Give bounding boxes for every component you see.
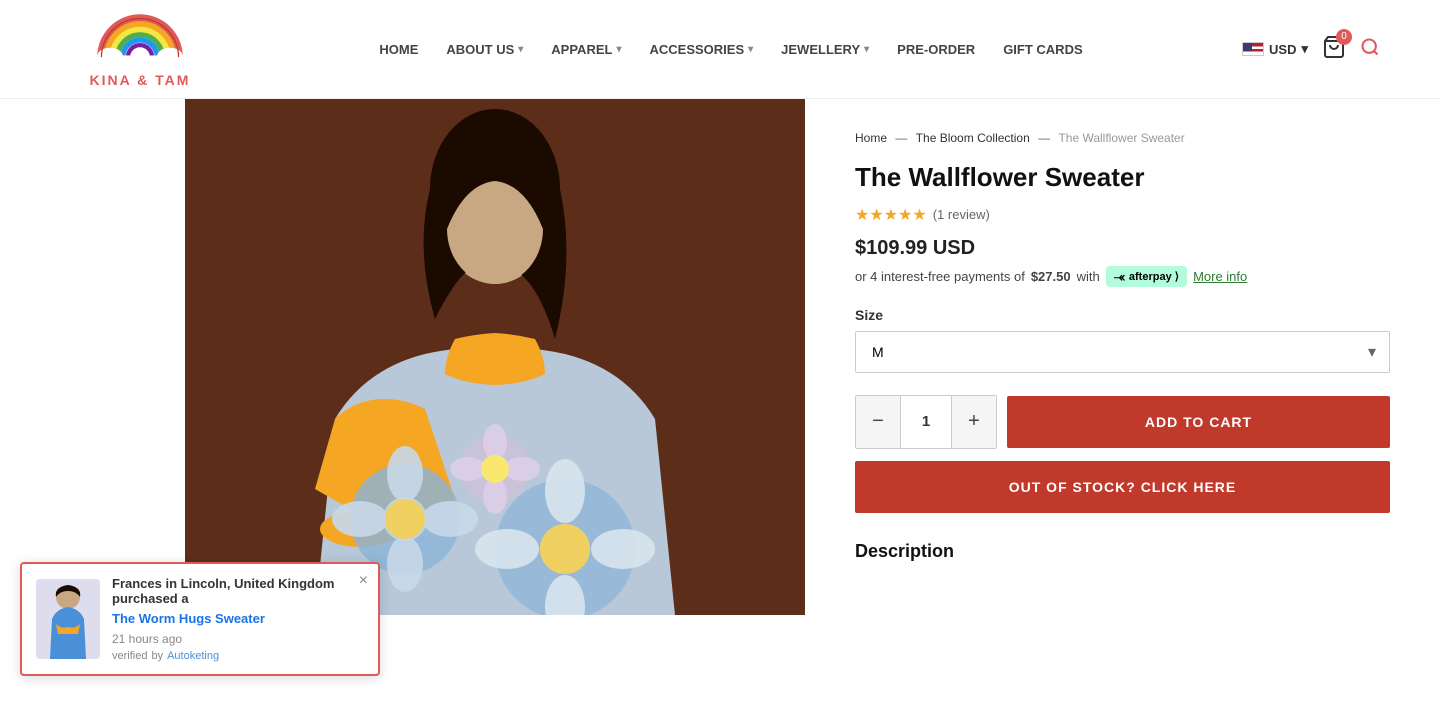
nav-jewellery[interactable]: JEWELLERY ▾	[781, 42, 869, 57]
quantity-cart-row: − 1 + ADD TO CART	[855, 395, 1390, 449]
breadcrumb-home[interactable]: Home	[855, 131, 887, 145]
breadcrumb: Home — The Bloom Collection — The Wallfl…	[855, 129, 1390, 147]
out-of-stock-button[interactable]: OUT OF STOCK? CLICK HERE	[855, 461, 1390, 513]
main-nav: HOME ABOUT US ▾ APPAREL ▾ ACCESSORIES ▾ …	[379, 42, 1082, 57]
breadcrumb-sep-2: —	[1038, 131, 1053, 145]
size-label: Size	[855, 307, 1390, 323]
popup-avatar-image	[36, 579, 100, 659]
afterpay-more-info[interactable]: More info	[1193, 269, 1247, 284]
search-icon	[1360, 37, 1380, 57]
nav-about-us[interactable]: ABOUT US ▾	[446, 42, 523, 57]
nav-home[interactable]: HOME	[379, 42, 418, 57]
popup-verified-row: verified by Autoketing	[112, 650, 364, 662]
size-selector[interactable]: XS S M L XL ▾	[855, 331, 1390, 373]
breadcrumb-current: The Wallflower Sweater	[1058, 131, 1184, 145]
nav-pre-order[interactable]: PRE-ORDER	[897, 42, 975, 57]
quantity-decrease-button[interactable]: −	[856, 396, 900, 448]
product-title: The Wallflower Sweater	[855, 161, 1390, 195]
size-select-input[interactable]: XS S M L XL	[855, 331, 1390, 373]
popup-product-link[interactable]: The Worm Hugs Sweater	[112, 611, 265, 626]
cart-button[interactable]: 0	[1322, 35, 1346, 64]
afterpay-amount: $27.50	[1031, 269, 1071, 284]
review-count: (1 review)	[933, 207, 990, 222]
accessories-chevron-icon: ▾	[748, 44, 753, 55]
afterpay-prefix: or 4 interest-free payments of	[855, 269, 1025, 284]
apparel-chevron-icon: ▾	[616, 44, 621, 55]
quantity-control: − 1 +	[855, 395, 997, 449]
product-image-column	[185, 99, 805, 615]
quantity-increase-button[interactable]: +	[952, 396, 996, 448]
description-heading: Description	[855, 541, 1390, 562]
product-image-svg	[185, 99, 805, 615]
product-details-column: Home — The Bloom Collection — The Wallfl…	[805, 99, 1440, 615]
popup-time: 21 hours ago	[112, 632, 364, 646]
quantity-value: 1	[900, 396, 952, 448]
main-content: Home — The Bloom Collection — The Wallfl…	[0, 99, 1440, 615]
breadcrumb-collection[interactable]: The Bloom Collection	[916, 131, 1030, 145]
breadcrumb-sep-1: —	[895, 131, 910, 145]
afterpay-logo: afterpay ⟩	[1106, 266, 1187, 287]
header-actions: USD ▾ 0	[1242, 35, 1380, 64]
logo-rainbow-icon	[90, 10, 190, 70]
popup-autoketing-link[interactable]: Autoketing	[167, 650, 219, 662]
logo[interactable]: KINA & TAM	[60, 10, 220, 88]
site-header: KINA & TAM HOME ABOUT US ▾ APPAREL ▾ ACC…	[0, 0, 1440, 99]
popup-by-label: by	[151, 650, 163, 662]
popup-avatar	[36, 579, 100, 659]
nav-accessories[interactable]: ACCESSORIES ▾	[649, 42, 753, 57]
review-row: ★★★★★ (1 review)	[855, 205, 1390, 225]
jewellery-chevron-icon: ▾	[864, 44, 869, 55]
nav-gift-cards[interactable]: GIFT CARDS	[1003, 42, 1082, 57]
nav-apparel[interactable]: APPAREL ▾	[551, 42, 621, 57]
currency-label: USD	[1269, 42, 1296, 57]
currency-selector[interactable]: USD ▾	[1242, 41, 1308, 57]
afterpay-suffix: with	[1077, 269, 1100, 284]
search-button[interactable]	[1360, 37, 1380, 62]
product-image	[185, 99, 805, 615]
popup-close-button[interactable]: ×	[359, 572, 368, 590]
popup-person-name: Frances in Lincoln, United Kingdom purch…	[112, 576, 364, 606]
product-price: $109.99 USD	[855, 237, 1390, 260]
popup-content: Frances in Lincoln, United Kingdom purch…	[112, 576, 364, 662]
add-to-cart-button[interactable]: ADD TO CART	[1007, 396, 1390, 448]
afterpay-row: or 4 interest-free payments of $27.50 wi…	[855, 266, 1390, 287]
cart-count: 0	[1336, 29, 1352, 45]
popup-verified-label: verified	[112, 650, 147, 662]
us-flag-icon	[1242, 42, 1264, 56]
purchase-notification: Frances in Lincoln, United Kingdom purch…	[20, 562, 380, 676]
currency-chevron-icon: ▾	[1301, 41, 1308, 57]
about-us-chevron-icon: ▾	[518, 44, 523, 55]
logo-text: KINA & TAM	[90, 72, 191, 88]
star-rating: ★★★★★	[855, 205, 927, 225]
